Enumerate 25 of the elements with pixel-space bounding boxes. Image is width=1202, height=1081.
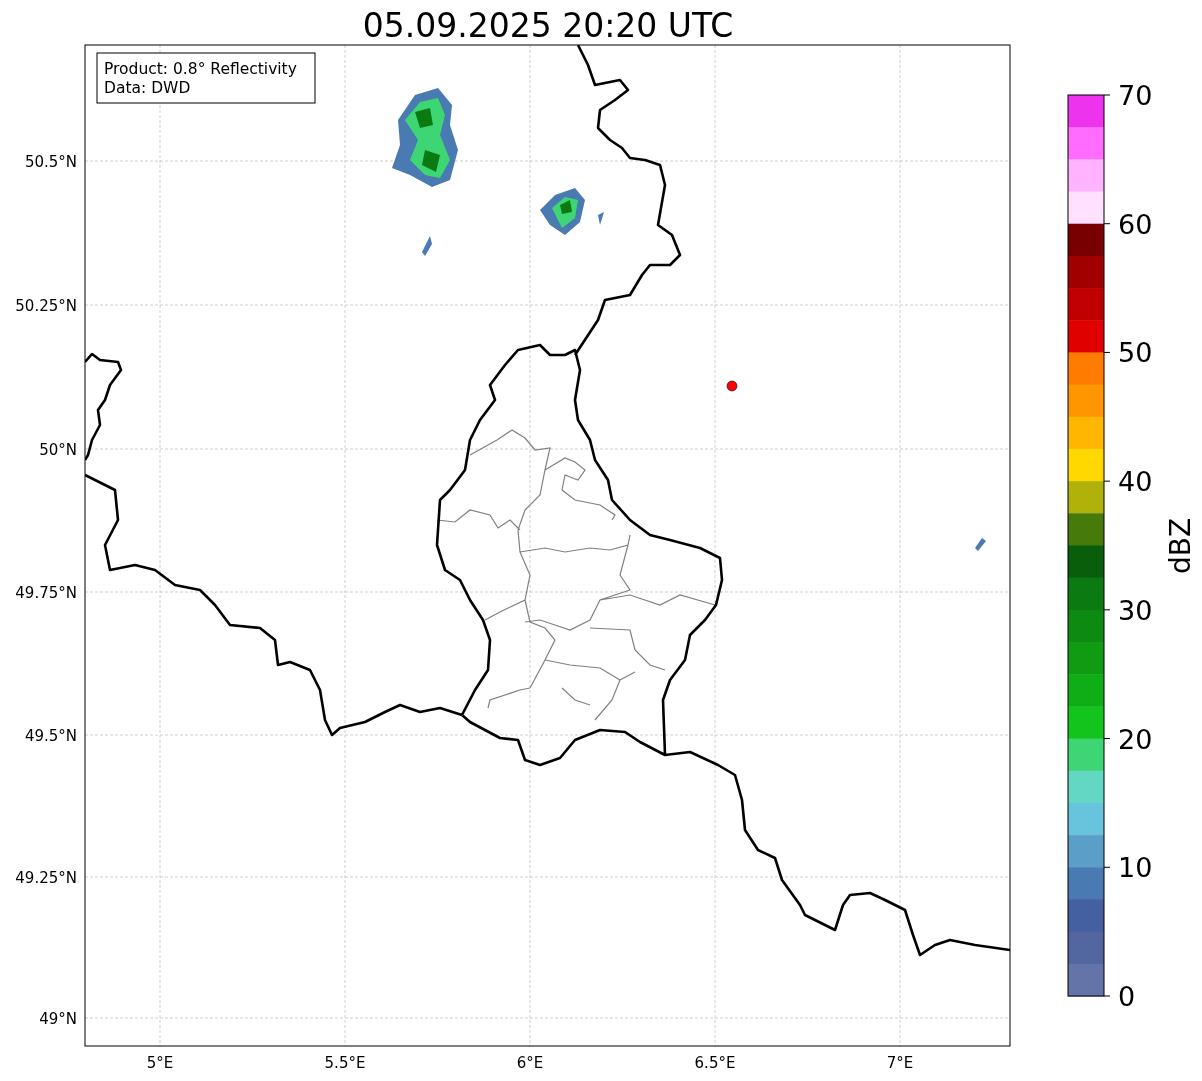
longitude-label: 6°E bbox=[516, 1054, 544, 1072]
longitude-label: 5.5°E bbox=[324, 1054, 366, 1072]
latitude-label: 49.25°N bbox=[15, 869, 77, 887]
colorbar-label: 30 bbox=[1118, 594, 1153, 626]
colorbar-label: 70 bbox=[1118, 80, 1153, 111]
latitude-label: 49.75°N bbox=[15, 584, 77, 602]
latitude-label: 50.5°N bbox=[24, 153, 77, 171]
radar-site-marker bbox=[726, 380, 738, 392]
colorbar-title: dBZ bbox=[1164, 517, 1197, 575]
colorbar-label: 50 bbox=[1118, 337, 1153, 369]
colorbar-label: 20 bbox=[1118, 723, 1153, 755]
latitude-label: 50.25°N bbox=[15, 297, 77, 315]
latitude-label: 49.5°N bbox=[24, 727, 77, 745]
longitude-label: 6.5°E bbox=[694, 1054, 736, 1072]
longitude-label: 5°E bbox=[146, 1054, 174, 1072]
info-text: Data: DWD bbox=[104, 79, 191, 97]
colorbar-label: 10 bbox=[1118, 852, 1153, 884]
longitude-label: 7°E bbox=[886, 1054, 914, 1072]
latitude-label: 50°N bbox=[39, 441, 77, 459]
colorbar-label: 60 bbox=[1118, 208, 1153, 240]
latitude-label: 49°N bbox=[39, 1010, 77, 1028]
info-text: Product: 0.8° Reflectivity bbox=[104, 60, 297, 78]
colorbar-label: 40 bbox=[1118, 466, 1153, 498]
figure-title: 05.09.2025 20:20 UTC bbox=[362, 6, 734, 45]
colorbar-label: 0 bbox=[1118, 981, 1136, 1012]
